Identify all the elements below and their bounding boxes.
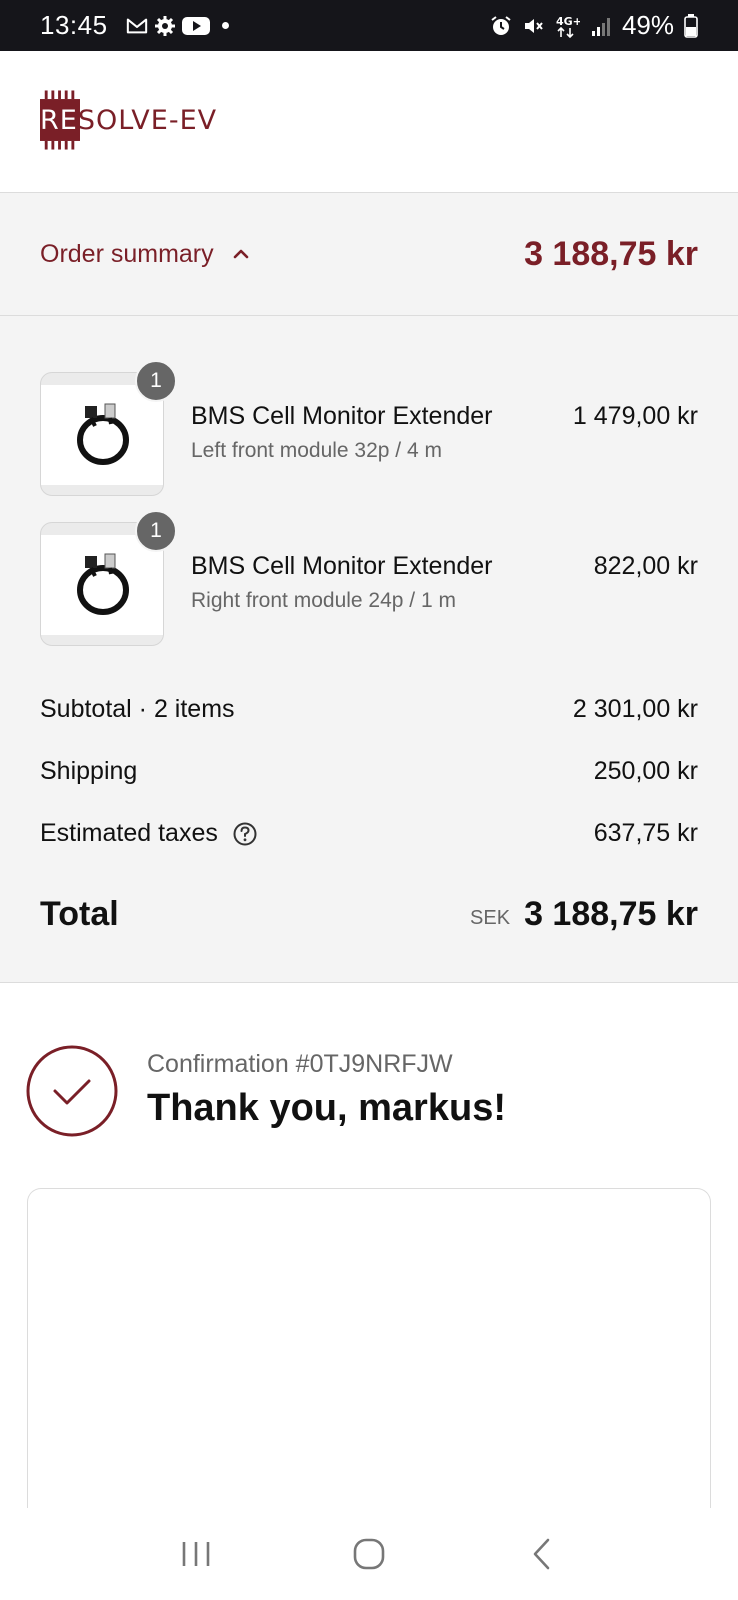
total-value: 3 188,75 kr (524, 895, 698, 933)
content-card (27, 1188, 711, 1528)
product-variant: Right front module 24p / 1 m (191, 589, 456, 612)
site-header: RESOLVE-EV (0, 51, 738, 193)
cable-image-icon (77, 403, 129, 465)
total-label: Total (40, 895, 119, 933)
chevron-up-icon (233, 249, 248, 259)
subtotal-value: 2 301,00 kr (572, 695, 698, 723)
recent-apps-icon (183, 1542, 210, 1566)
gmail-icon (126, 15, 148, 37)
quantity-badge: 1 (135, 360, 177, 402)
status-time: 13:45 (40, 10, 108, 40)
order-summary-toggle[interactable]: Order summary 3 188,75 kr (0, 193, 738, 316)
battery-icon (684, 13, 698, 38)
shipping-value: 250,00 kr (593, 757, 698, 785)
mute-icon (522, 15, 544, 37)
taxes-value: 637,75 kr (593, 819, 698, 847)
confirmation-number: Confirmation #0TJ9NRFJW (147, 1050, 453, 1078)
total-currency: SEK (470, 907, 511, 929)
order-confirmation: Confirmation #0TJ9NRFJW Thank you, marku… (26, 1045, 716, 1140)
status-bar: 13:45 4G+ 49% (0, 0, 738, 51)
home-button[interactable] (339, 1529, 399, 1579)
recent-apps-button[interactable] (166, 1529, 226, 1579)
resolve-ev-logo[interactable]: RESOLVE-EV (40, 89, 217, 151)
product-price: 1 479,00 kr (572, 402, 698, 430)
subtotal-label: Subtotal · 2 items (40, 695, 235, 723)
cable-image-icon (77, 553, 129, 615)
shipping-row: Shipping 250,00 kr (40, 757, 698, 786)
youtube-icon (181, 15, 210, 37)
svg-text:4G+: 4G+ (556, 15, 580, 28)
shipping-label: Shipping (40, 757, 138, 785)
thank-you-heading: Thank you, markus! (147, 1087, 506, 1129)
product-variant: Left front module 32p / 4 m (191, 439, 442, 462)
system-nav-bar (0, 1508, 738, 1600)
order-summary-total: 3 188,75 kr (524, 234, 698, 273)
back-icon (533, 1538, 549, 1570)
order-summary-label: Order summary (40, 239, 214, 268)
line-item: 1 BMS Cell Monitor Extender Right front … (40, 510, 698, 646)
battery-percent: 49% (621, 10, 674, 40)
order-summary-panel: 1 BMS Cell Monitor Extender Left front m… (0, 316, 738, 983)
settings-icon (154, 15, 176, 37)
quantity-badge: 1 (135, 510, 177, 552)
back-button[interactable] (512, 1529, 572, 1579)
dot-icon (221, 22, 229, 29)
check-circle-icon (26, 1045, 118, 1137)
product-name: BMS Cell Monitor Extender (191, 552, 493, 580)
total-row: Total SEK 3 188,75 kr (40, 895, 698, 934)
product-price: 822,00 kr (593, 552, 698, 580)
alarm-icon (490, 15, 512, 37)
product-name: BMS Cell Monitor Extender (191, 402, 493, 430)
help-icon[interactable] (232, 821, 258, 847)
logo-text: RESOLVE-EV (40, 104, 218, 136)
signal-icon (590, 15, 612, 37)
home-icon (353, 1538, 385, 1570)
subtotal-row: Subtotal · 2 items 2 301,00 kr (40, 695, 698, 724)
4g-icon: 4G+ (554, 15, 580, 38)
taxes-row: Estimated taxes 637,75 kr (40, 819, 698, 848)
taxes-label: Estimated taxes (40, 819, 218, 847)
line-item: 1 BMS Cell Monitor Extender Left front m… (40, 360, 698, 496)
